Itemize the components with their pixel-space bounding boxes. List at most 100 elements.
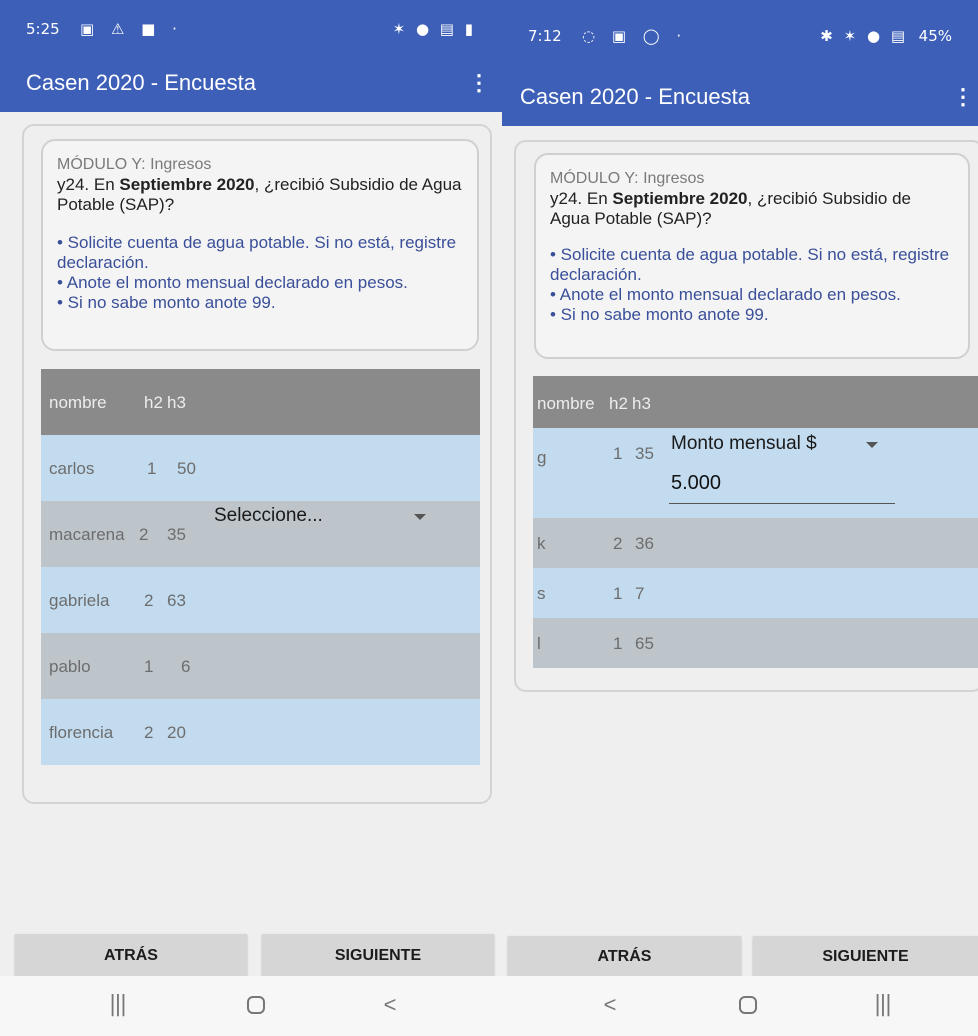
instruction-list: • Solicite cuenta de agua potable. Si no… [57,233,463,313]
overflow-menu-icon[interactable]: ⋮ [952,84,974,110]
chevron-down-icon [866,442,878,448]
table-row[interactable]: pablo 1 6 [41,633,480,699]
cell-h3: 35 [167,525,186,544]
home-nav-icon[interactable] [247,996,265,1014]
cell-nombre: macarena [49,525,125,544]
question-card: MÓDULO Y: Ingresos y24. En Septiembre 20… [534,153,970,359]
col-header-nombre: nombre [49,393,107,412]
table-row[interactable]: macarena 2 35 Seleccione... [41,501,480,567]
status-bar: 7:12 ◌ ▣ ◯ · ✱ ✶ ● ▤ 45% [502,0,978,70]
overflow-menu-icon[interactable]: ⋮ [468,70,490,96]
app-bar: Casen 2020 - Encuesta ⋮ [502,70,978,126]
cell-h2: 2 [144,591,154,610]
question-text: y24. En Septiembre 2020, ¿recibió Subsid… [550,189,954,229]
app-bar: Casen 2020 - Encuesta ⋮ [0,56,502,112]
dropdown-label: Seleccione... [214,505,323,526]
cell-nombre: l [537,634,541,653]
cell-nombre: carlos [49,459,95,478]
amount-input[interactable]: 5.000 [669,472,895,504]
phone-screen-left: 5:25 ▣ ⚠ ■ · ✶ ● ▤ ▮ Casen 2020 - Encues… [0,0,502,1036]
dropdown-label: Monto mensual $ [671,433,817,454]
cell-h3: 6 [181,657,191,676]
chevron-down-icon [414,514,426,520]
table-header-row: nombre h2 h3 [41,369,480,435]
cell-nombre: s [537,584,546,603]
cell-h2: 2 [139,525,149,544]
status-time: 5:25 [26,20,60,38]
system-nav-bar: < ||| [502,976,978,1036]
col-header-h2: h2 [609,394,628,413]
instruction-3: • Si no sabe monto anote 99. [550,305,769,324]
instruction-2: • Anote el monto mensual declarado en pe… [57,273,408,292]
question-prefix: y24. En [57,175,120,194]
phone-screen-right: 7:12 ◌ ▣ ◯ · ✱ ✶ ● ▤ 45% Casen 2020 - En… [502,0,978,1036]
cell-h2: 2 [613,534,623,553]
table-row[interactable]: gabriela 2 63 [41,567,480,633]
back-button[interactable]: ATRÁS [508,936,741,978]
instruction-3: • Si no sabe monto anote 99. [57,293,276,312]
next-button[interactable]: SIGUIENTE [753,936,978,978]
cell-h3: 20 [167,723,186,742]
cell-nombre: florencia [49,723,114,742]
status-time: 7:12 [528,27,562,45]
cell-nombre: k [537,534,546,553]
cell-h3: 7 [635,584,645,603]
system-nav-bar: ||| < [0,976,502,1036]
instruction-list: • Solicite cuenta de agua potable. Si no… [550,245,954,325]
table-header-row: nombre h2 h3 [533,376,978,428]
table-row[interactable]: l 1 65 [533,618,978,668]
household-table: nombre h2 h3 carlos 1 50 macarena 2 35 S… [41,369,480,765]
cell-h2: 1 [613,444,623,463]
module-label: MÓDULO Y: Ingresos [550,170,705,187]
home-nav-icon[interactable] [739,996,757,1014]
cell-h2: 1 [613,584,623,603]
answer-dropdown[interactable]: Seleccione... [214,505,429,535]
main-content: MÓDULO Y: Ingresos y24. En Septiembre 20… [0,112,502,978]
table-row[interactable]: carlos 1 50 [41,435,480,501]
instruction-1: • Solicite cuenta de agua potable. Si no… [550,245,950,284]
table-row[interactable]: florencia 2 20 [41,699,480,765]
app-title: Casen 2020 - Encuesta [520,84,750,109]
question-date: Septiembre 2020 [612,189,748,208]
cell-h3: 65 [635,634,654,653]
table-row[interactable]: g 1 35 Monto mensual $ 5.000 [533,428,978,518]
system-status-icons: ✱ ✶ ● ▤ [820,27,908,45]
cell-h3: 36 [635,534,654,553]
app-title: Casen 2020 - Encuesta [26,70,256,95]
notification-icons: ◌ ▣ ◯ · [582,27,688,45]
question-date: Septiembre 2020 [119,175,255,194]
cell-h2: 1 [147,459,157,478]
col-header-h3: h3 [167,393,186,412]
answer-dropdown[interactable]: Monto mensual $ [671,433,878,463]
recents-nav-icon[interactable]: ||| [862,992,902,1017]
col-header-h2: h2 [144,393,163,412]
battery-level: 45% [918,27,952,45]
back-nav-icon[interactable]: < [370,992,410,1018]
cell-h2: 2 [144,723,154,742]
next-button[interactable]: SIGUIENTE [262,934,494,978]
recents-nav-icon[interactable]: ||| [97,992,137,1017]
back-nav-icon[interactable]: < [590,992,630,1018]
question-text: y24. En Septiembre 2020, ¿recibió Subsid… [57,175,463,215]
back-button[interactable]: ATRÁS [15,934,247,978]
cell-nombre: pablo [49,657,91,676]
household-table: nombre h2 h3 g 1 35 Monto mensual $ 5.00… [533,376,978,668]
cell-nombre: gabriela [49,591,110,610]
cell-h2: 1 [144,657,154,676]
cell-h3: 50 [177,459,196,478]
col-header-h3: h3 [632,394,651,413]
system-status-icons: ✶ ● ▤ ▮ [392,20,476,38]
cell-nombre: g [537,448,547,467]
cell-h3: 35 [635,444,654,463]
cell-h2: 1 [613,634,623,653]
table-row[interactable]: k 2 36 [533,518,978,568]
table-row[interactable]: s 1 7 [533,568,978,618]
status-bar: 5:25 ▣ ⚠ ■ · ✶ ● ▤ ▮ [0,0,502,56]
main-content: MÓDULO Y: Ingresos y24. En Septiembre 20… [502,126,978,978]
col-header-nombre: nombre [537,394,595,413]
instruction-1: • Solicite cuenta de agua potable. Si no… [57,233,457,272]
cell-h3: 63 [167,591,186,610]
question-prefix: y24. En [550,189,613,208]
instruction-2: • Anote el monto mensual declarado en pe… [550,285,901,304]
module-label: MÓDULO Y: Ingresos [57,156,212,173]
